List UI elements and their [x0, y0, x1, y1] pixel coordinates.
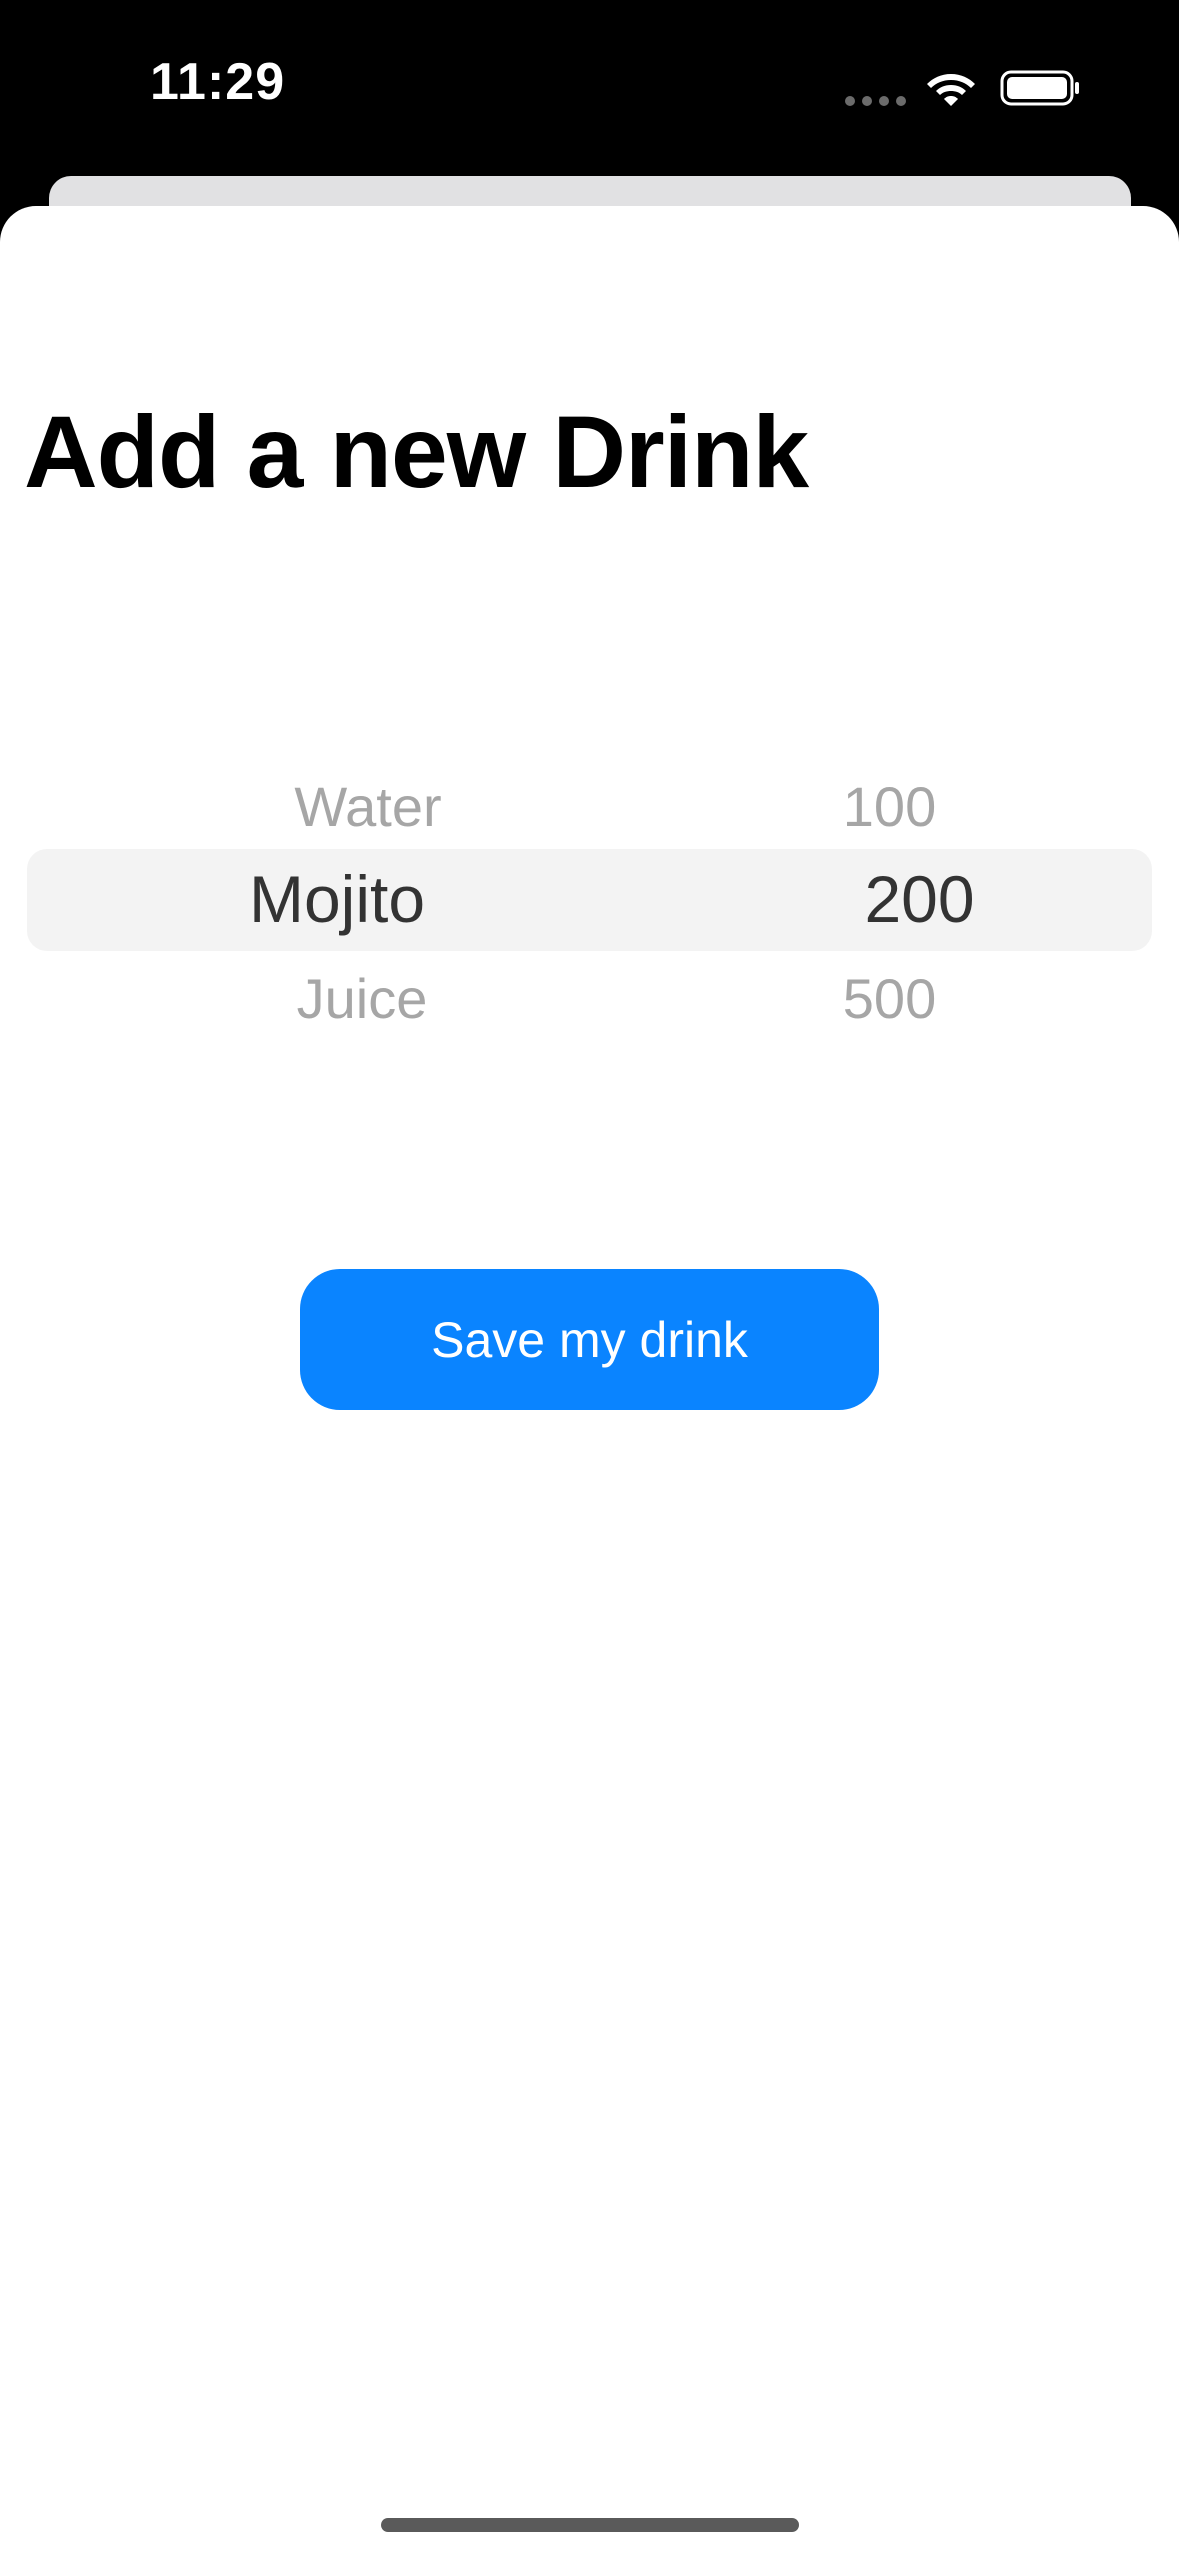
- picker-option[interactable]: Juice: [27, 966, 647, 1031]
- drink-amount-wheel[interactable]: 100 200 500: [647, 754, 1152, 1114]
- cellular-dots-icon: [845, 96, 907, 106]
- drink-type-wheel[interactable]: Water Mojito Juice: [27, 754, 647, 1114]
- status-time: 11:29: [150, 53, 286, 111]
- status-bar: 11:29: [0, 0, 1179, 170]
- add-drink-sheet: Add a new Drink Water Mojito Juice 100 2…: [0, 206, 1179, 2556]
- page-title: Add a new Drink: [24, 395, 809, 509]
- screen: 11:29 Add a new Drink Water Mojito Juice: [0, 0, 1179, 2556]
- wifi-icon: [927, 74, 975, 106]
- battery-icon: [1000, 70, 1079, 106]
- drink-picker[interactable]: Water Mojito Juice 100 200 500: [27, 754, 1152, 1114]
- home-indicator[interactable]: [381, 2518, 799, 2532]
- picker-option-selected[interactable]: 200: [647, 861, 1152, 937]
- picker-option[interactable]: Water: [27, 774, 647, 839]
- save-drink-button[interactable]: Save my drink: [300, 1269, 879, 1410]
- picker-option-selected[interactable]: Mojito: [27, 861, 647, 937]
- picker-option[interactable]: 100: [647, 774, 1152, 839]
- picker-option[interactable]: 500: [647, 966, 1152, 1031]
